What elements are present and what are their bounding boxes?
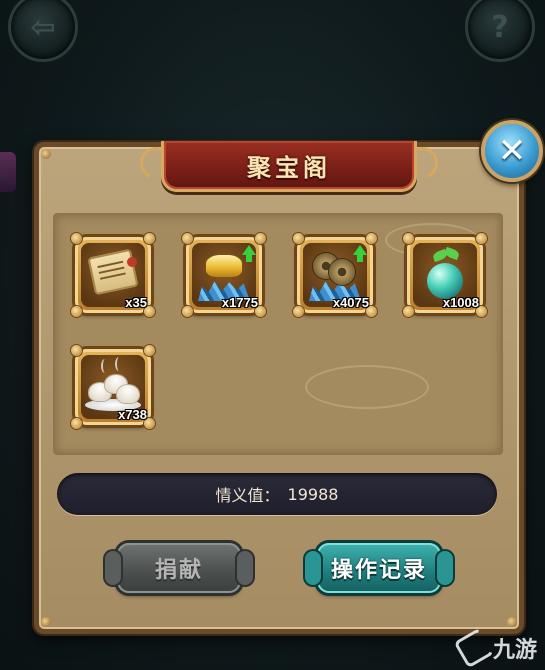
item-grid: x35 x1775 x4075 x1008 x738 — [53, 213, 503, 455]
donate-button[interactable]: 捐献 — [105, 543, 253, 593]
upgrade-arrow-icon — [242, 245, 256, 262]
item-slot-copper-coin[interactable]: x4075 — [293, 233, 377, 317]
watermark-text: 九游 — [492, 638, 537, 663]
friendship-value: 19988 — [287, 484, 339, 504]
item-slot-steamed-buns[interactable]: x738 — [71, 345, 155, 429]
side-decoration — [0, 152, 16, 192]
item-quantity: x1008 — [442, 295, 479, 310]
item-quantity: x35 — [125, 295, 147, 310]
close-button[interactable]: ✕ — [481, 120, 543, 182]
donate-label: 捐献 — [154, 558, 203, 583]
watermark: 九游 — [453, 627, 537, 669]
sprout-orb-icon — [427, 263, 463, 299]
operation-log-button[interactable]: 操作记录 — [305, 543, 453, 593]
back-arrow-icon: ⇦ — [30, 9, 56, 45]
swirl-ornament — [401, 142, 443, 184]
friendship-value-bar: 情义值： 19988 — [57, 473, 497, 515]
operation-log-label: 操作记录 — [330, 558, 427, 583]
rivet — [41, 149, 51, 159]
help-button[interactable]: ? — [465, 0, 535, 62]
friendship-label: 情义值： — [215, 486, 280, 505]
upgrade-arrow-icon — [353, 245, 367, 262]
item-slot-sprout-orb[interactable]: x1008 — [403, 233, 487, 317]
copper-coin-icon — [329, 259, 355, 285]
steamed-bun — [117, 385, 139, 403]
steam — [101, 359, 109, 373]
rivet — [41, 617, 51, 627]
back-button[interactable]: ⇦ — [8, 0, 78, 62]
item-quantity: x1775 — [221, 295, 258, 310]
scroll-seal — [127, 257, 137, 267]
dialog-title: 聚宝阁 — [247, 153, 331, 182]
item-slot-scroll[interactable]: x35 — [71, 233, 155, 317]
steam — [115, 357, 123, 371]
treasure-pavilion-dialog: 聚宝阁 x35 x1775 x4075 x1008 x738 情义值： 1998… — [34, 141, 524, 634]
site-logo-icon — [453, 627, 495, 669]
item-quantity: x738 — [118, 407, 147, 422]
title-banner: 聚宝阁 — [135, 141, 443, 192]
leaf-icon — [443, 246, 461, 261]
gold-ingot-upgrade-icon — [206, 255, 242, 277]
item-quantity: x4075 — [332, 295, 369, 310]
cloud-pattern — [305, 365, 429, 409]
rivet — [507, 617, 517, 627]
item-slot-gold-ingot[interactable]: x1775 — [182, 233, 266, 317]
close-icon: ✕ — [497, 131, 527, 171]
swirl-ornament — [135, 142, 177, 184]
scroll-icon — [87, 248, 139, 296]
help-icon: ? — [491, 9, 509, 45]
